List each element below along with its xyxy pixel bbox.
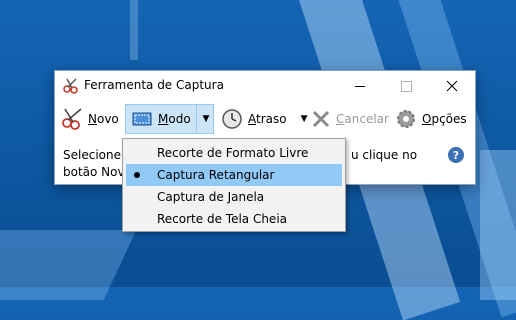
close-button[interactable] bbox=[429, 71, 475, 101]
clock-icon bbox=[222, 109, 242, 129]
selected-bullet-icon bbox=[134, 172, 140, 178]
delay-button-label: Atraso bbox=[248, 112, 287, 126]
menu-item-free-form[interactable]: Recorte de Formato Livre bbox=[126, 142, 342, 164]
gear-icon bbox=[397, 110, 415, 128]
desktop-light-beam bbox=[130, 0, 138, 60]
menu-item-rectangular[interactable]: Captura Retangular bbox=[126, 164, 342, 186]
mode-dropdown-menu: Recorte de Formato Livre Captura Retangu… bbox=[122, 138, 346, 232]
maximize-icon bbox=[400, 80, 412, 92]
minimize-icon bbox=[355, 85, 365, 87]
mode-button[interactable]: Modo ▼ bbox=[125, 104, 214, 134]
maximize-button[interactable] bbox=[383, 71, 429, 101]
options-button[interactable]: Opções bbox=[395, 104, 475, 134]
toolbar: Novo Modo ▼ Atraso ▼ Cancelar Opções bbox=[55, 101, 475, 137]
help-icon[interactable]: ? bbox=[448, 147, 464, 163]
mode-dropdown-arrow-icon[interactable]: ▼ bbox=[200, 105, 212, 133]
new-button-label: Novo bbox=[88, 112, 119, 126]
desktop-light-beam bbox=[0, 230, 137, 300]
window-title: Ferramenta de Captura bbox=[84, 78, 224, 92]
delay-dropdown-arrow-icon[interactable]: ▼ bbox=[301, 114, 308, 124]
menu-item-full-screen[interactable]: Recorte de Tela Cheia bbox=[126, 208, 342, 230]
cancel-button: Cancelar bbox=[311, 104, 389, 134]
new-button[interactable]: Novo bbox=[57, 104, 123, 134]
minimize-button[interactable] bbox=[337, 71, 383, 101]
cancel-x-icon bbox=[312, 110, 330, 128]
desktop-light-beam bbox=[480, 150, 516, 300]
title-bar[interactable]: Ferramenta de Captura bbox=[55, 71, 475, 101]
close-icon bbox=[446, 80, 458, 92]
scissors-icon bbox=[63, 78, 78, 94]
mode-split-divider bbox=[196, 105, 197, 133]
instruction-line1-end: u clique no bbox=[351, 148, 418, 162]
new-snip-icon bbox=[62, 108, 82, 130]
menu-item-window[interactable]: Captura de Janela bbox=[126, 186, 342, 208]
cancel-button-label: Cancelar bbox=[336, 112, 389, 126]
delay-button[interactable]: Atraso ▼ bbox=[219, 104, 309, 134]
mode-button-label: Modo bbox=[158, 112, 191, 126]
rectangle-mode-icon bbox=[132, 112, 152, 126]
options-button-label: Opções bbox=[422, 112, 467, 126]
